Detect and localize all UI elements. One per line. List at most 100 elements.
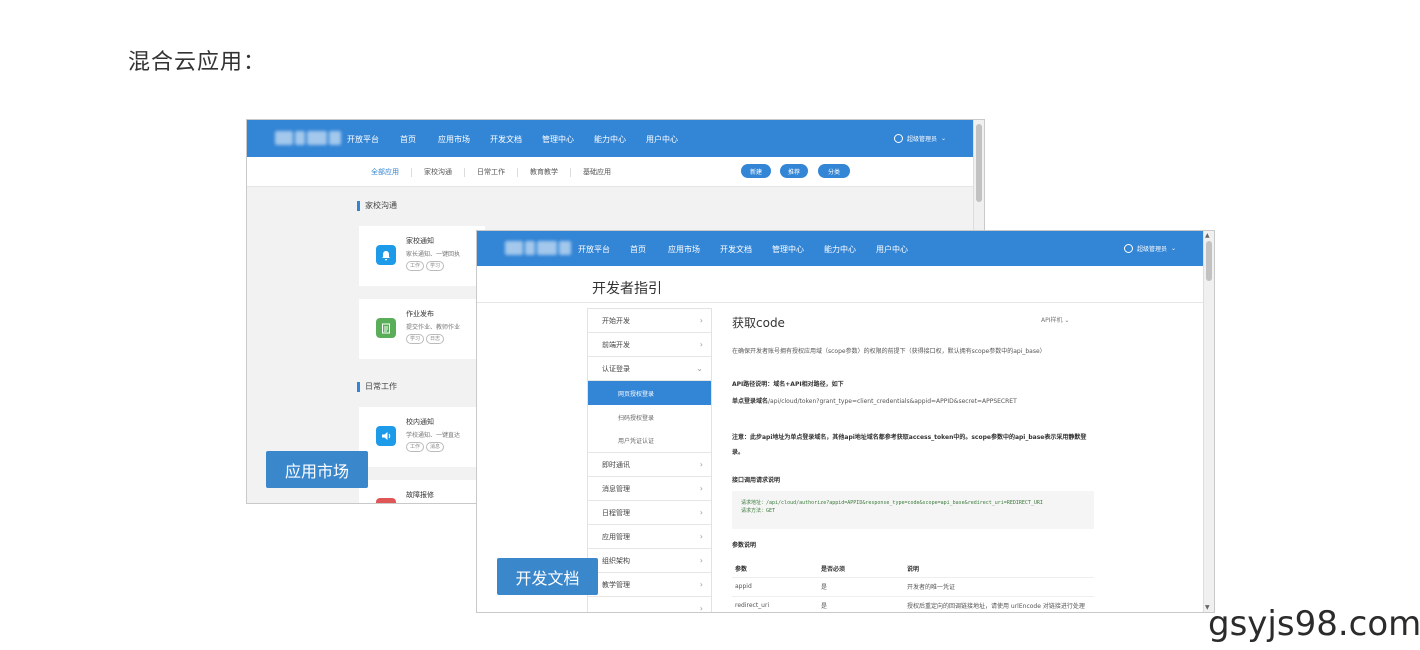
api-path-example: 单点登录域名/api/cloud/token?grant_type=client… (732, 398, 1017, 405)
sidebar-item-messages[interactable]: 消息管理 › (588, 477, 711, 501)
sidebar-item-app-management[interactable]: 应用管理 › (588, 525, 711, 549)
nav-item-app-market[interactable]: 应用市场 (668, 244, 720, 255)
table-cell: 是 (818, 596, 904, 612)
user-menu[interactable]: 超级管理员 ⌄ (1124, 244, 1176, 253)
user-icon (1124, 244, 1133, 253)
app-tag: 工作 (406, 442, 425, 452)
nav-platform[interactable]: 开放平台 (347, 134, 379, 145)
dev-docs-badge: 开发文档 (497, 558, 598, 595)
vertical-scrollbar[interactable]: ▲ ▼ (1203, 231, 1214, 612)
chevron-right-icon: › (699, 556, 703, 565)
table-row: redirect_uri 是 授权后重定向的回调链接地址，请使用 urlEnco… (732, 596, 1094, 612)
params-table: 参数 是否必须 说明 appid 是 开发者的唯一凭证 redirect_uri… (732, 560, 1094, 612)
scroll-up-icon[interactable]: ▲ (1205, 232, 1210, 239)
tab-basic-apps[interactable]: 基础应用 (570, 167, 623, 177)
app-card[interactable]: 作业发布 提交作业、教师作业 学习 日志 (359, 299, 485, 359)
sidebar-item-org-structure[interactable]: 组织架构 › (588, 549, 711, 573)
nav-menu: 首页 应用市场 开发文档 管理中心 能力中心 用户中心 (400, 134, 678, 145)
tab-all-apps[interactable]: 全部应用 (359, 168, 411, 177)
chevron-right-icon: › (699, 484, 703, 493)
sidebar-subitem-web-auth[interactable]: 网页授权登录 (588, 381, 711, 405)
nav-item-app-market[interactable]: 应用市场 (438, 134, 490, 145)
bell-icon (376, 245, 396, 265)
category-tabs-bar: 全部应用 家校沟通 日常工作 教育教学 基础应用 (247, 157, 974, 187)
chevron-right-icon: › (699, 580, 703, 589)
user-name: 超级管理员 (1137, 246, 1168, 253)
nav-item-admin-center[interactable]: 管理中心 (542, 134, 594, 145)
scrollbar-thumb[interactable] (1206, 241, 1212, 281)
sidebar-subitem-qr-auth[interactable]: 扫码授权登录 (588, 405, 711, 429)
app-tag: 学习 (406, 334, 425, 344)
sidebar-item-im[interactable]: 即时通讯 › (588, 453, 711, 477)
app-card-desc: 家长通知、一键回执 (406, 251, 461, 258)
app-card-desc: 提交作业、教师作业 (406, 324, 461, 331)
chevron-right-icon: › (699, 532, 703, 541)
chevron-right-icon: › (699, 316, 703, 325)
doc-section-title: 获取code (732, 316, 785, 330)
nav-platform[interactable]: 开放平台 (578, 244, 610, 255)
sidebar-item-auth-login[interactable]: 认证登录 ⌄ (588, 357, 711, 381)
nav-item-capability-center[interactable]: 能力中心 (594, 134, 646, 145)
app-card[interactable]: 校内通知 学校通知、一键直达 工作 消息 (359, 407, 485, 467)
app-card-title: 故障报修 (406, 491, 434, 499)
notebook-icon (376, 318, 396, 338)
app-tag: 学习 (426, 261, 445, 271)
params-heading: 参数说明 (732, 542, 757, 549)
nav-item-dev-docs[interactable]: 开发文档 (720, 244, 772, 255)
nav-item-user-center[interactable]: 用户中心 (646, 134, 678, 145)
chevron-right-icon: › (699, 460, 703, 469)
doc-sidebar: 开始开发 › 前端开发 › 认证登录 ⌄ 网页授权登录 扫码授权登录 用户凭证认证 即… (587, 308, 712, 613)
nav-item-dev-docs[interactable]: 开发文档 (490, 134, 542, 145)
sidebar-item-more[interactable]: › (588, 597, 711, 613)
sidebar-item-teaching[interactable]: 教学管理 › (588, 573, 711, 597)
page-heading: 混合云应用： (128, 50, 267, 75)
table-cell: appid (732, 577, 818, 597)
scrollbar-thumb[interactable] (976, 124, 982, 202)
request-method: 请求方法：GET (741, 508, 776, 514)
request-heading: 接口调用请求说明 (732, 477, 781, 484)
app-tag: 消息 (426, 442, 445, 452)
blurred-logo (505, 241, 571, 255)
blurred-logo (275, 131, 341, 145)
chevron-down-icon: ⌄ (941, 135, 947, 142)
chevron-down-icon: ⌄ (696, 364, 703, 373)
nav-item-admin-center[interactable]: 管理中心 (772, 244, 824, 255)
app-card[interactable]: 故障报修 (359, 480, 485, 503)
sidebar-item-schedule[interactable]: 日程管理 › (588, 501, 711, 525)
table-header: 参数 (732, 560, 818, 578)
page-title: 开发者指引 (592, 281, 662, 297)
tab-home-school[interactable]: 家校沟通 (411, 167, 464, 177)
nav-item-home[interactable]: 首页 (630, 244, 668, 255)
app-card-title: 校内通知 (406, 418, 434, 426)
user-menu[interactable]: 超级管理员 ⌄ (894, 134, 946, 143)
request-url: 请求地址：/api/cloud/authorize?appid=APPID&re… (741, 500, 1043, 506)
chevron-right-icon: › (699, 604, 703, 613)
code-block: 请求地址：/api/cloud/authorize?appid=APPID&re… (732, 491, 1094, 529)
user-icon (894, 134, 903, 143)
section-title-daily-work: 日常工作 (357, 382, 397, 392)
table-cell: redirect_uri (732, 596, 818, 612)
sidebar-item-start-dev[interactable]: 开始开发 › (588, 309, 711, 333)
chevron-down-icon: ⌄ (1064, 317, 1070, 324)
new-button[interactable]: 新建 (741, 164, 771, 178)
nav-item-capability-center[interactable]: 能力中心 (824, 244, 876, 255)
tab-daily-work[interactable]: 日常工作 (464, 167, 517, 177)
api-path-label: API路径说明：域名+API相对路径，如下 (732, 381, 844, 388)
user-name: 超级管理员 (907, 136, 938, 143)
nav-item-home[interactable]: 首页 (400, 134, 438, 145)
app-tag: 日志 (426, 334, 445, 344)
nav-item-user-center[interactable]: 用户中心 (876, 244, 908, 255)
app-card-title: 作业发布 (406, 310, 434, 318)
recommend-button[interactable]: 推荐 (780, 164, 808, 178)
app-card-title: 家校通知 (406, 237, 434, 245)
app-market-badge: 应用市场 (266, 451, 368, 488)
sidebar-subitem-credential-auth[interactable]: 用户凭证认证 (588, 429, 711, 453)
doc-intro: 在确保开发者账号拥有授权应用域（scope参数）的权限的前提下（获得接口权，默认… (732, 348, 1046, 355)
app-card[interactable]: 家校通知 家长通知、一键回执 工作 学习 (359, 226, 485, 286)
api-version-dropdown[interactable]: API样机 ⌄ (1041, 315, 1069, 324)
divider (477, 302, 1204, 303)
sidebar-item-frontend[interactable]: 前端开发 › (588, 333, 711, 357)
speaker-icon (376, 426, 396, 446)
category-button[interactable]: 分类 (818, 164, 850, 178)
tab-teaching[interactable]: 教育教学 (517, 167, 570, 177)
